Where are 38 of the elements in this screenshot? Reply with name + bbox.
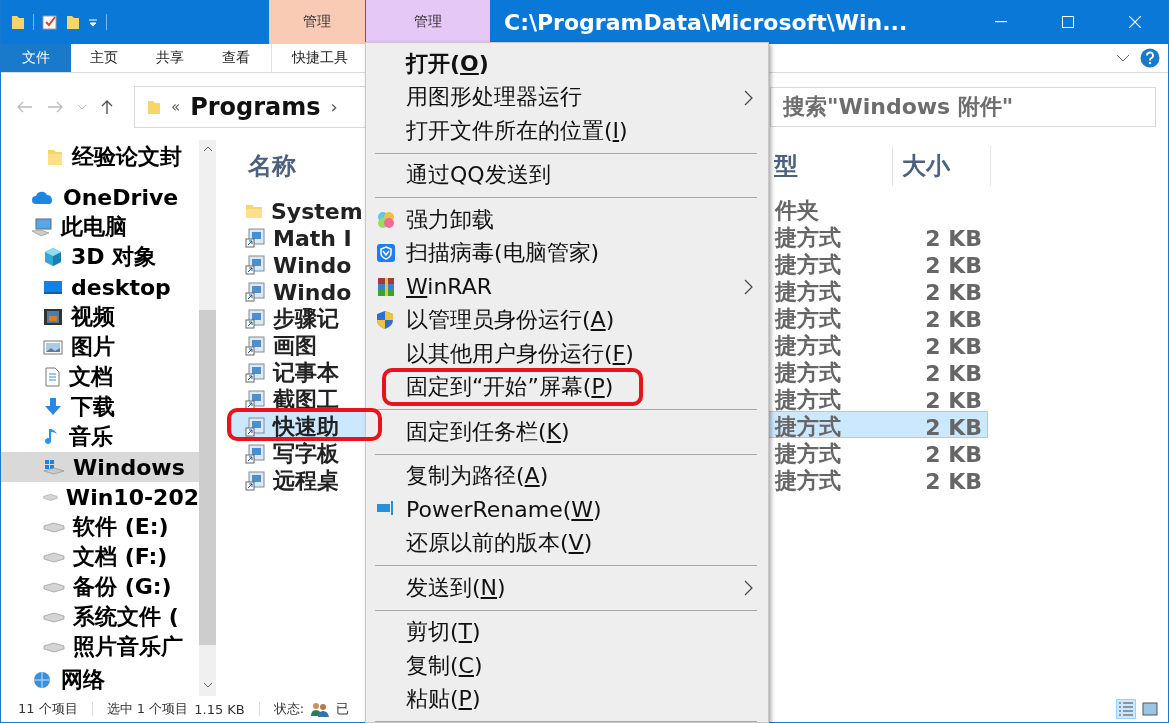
status-label: 状态: (273, 700, 305, 718)
table-cell-text: 捷方式 (773, 467, 842, 495)
table-cell-text: 2 KB (924, 306, 983, 332)
table-cell-text: 2 KB (924, 441, 983, 467)
table-cell-text: 捷方式 (773, 359, 842, 387)
table-cell-text: 2 KB (924, 225, 983, 251)
window-title: C:\ProgramData\Microsoft\Win... (503, 8, 909, 37)
table-cell-text: 捷方式 (773, 413, 842, 441)
file-name: System (271, 198, 363, 224)
table-cell-text: 捷方式 (773, 332, 842, 360)
table-cell-text: 2 KB (924, 252, 983, 278)
file-name: 截图工 (273, 386, 339, 414)
status-text: 已 (336, 700, 350, 718)
file-name: 快速助 (273, 413, 339, 441)
table-cell-text: 2 KB (924, 387, 983, 413)
file-name: 画图 (273, 332, 317, 360)
table-cell-text: 捷方式 (773, 278, 842, 306)
item-count: 11 个项目 (18, 700, 78, 718)
table-cell-text: 捷方式 (773, 224, 842, 252)
table-cell-text: 2 KB (924, 279, 983, 305)
file-name: 记事本 (273, 359, 339, 387)
file-name: 步骤记 (273, 305, 339, 333)
file-name: Math I (273, 225, 352, 251)
table-cell-text: 捷方式 (773, 305, 842, 333)
selection-size: 1.15 KB (194, 701, 245, 717)
table-cell-text: 2 KB (924, 414, 983, 440)
selection-count: 选中 1 个项目 (106, 700, 189, 718)
table-cell-text: 捷方式 (773, 440, 842, 468)
file-name: 远程桌 (273, 467, 339, 495)
file-name: 写字板 (273, 440, 339, 468)
table-cell-text: 2 KB (924, 333, 983, 359)
table-cell-text: 捷方式 (773, 251, 842, 279)
table-cell-text: 2 KB (924, 468, 983, 494)
file-name: Windo (273, 252, 352, 278)
table-cell-text: 件夹 (773, 197, 820, 225)
table-cell-text: 捷方式 (773, 386, 842, 414)
file-name: Windo (273, 279, 352, 305)
table-cell-text: 2 KB (924, 360, 983, 386)
